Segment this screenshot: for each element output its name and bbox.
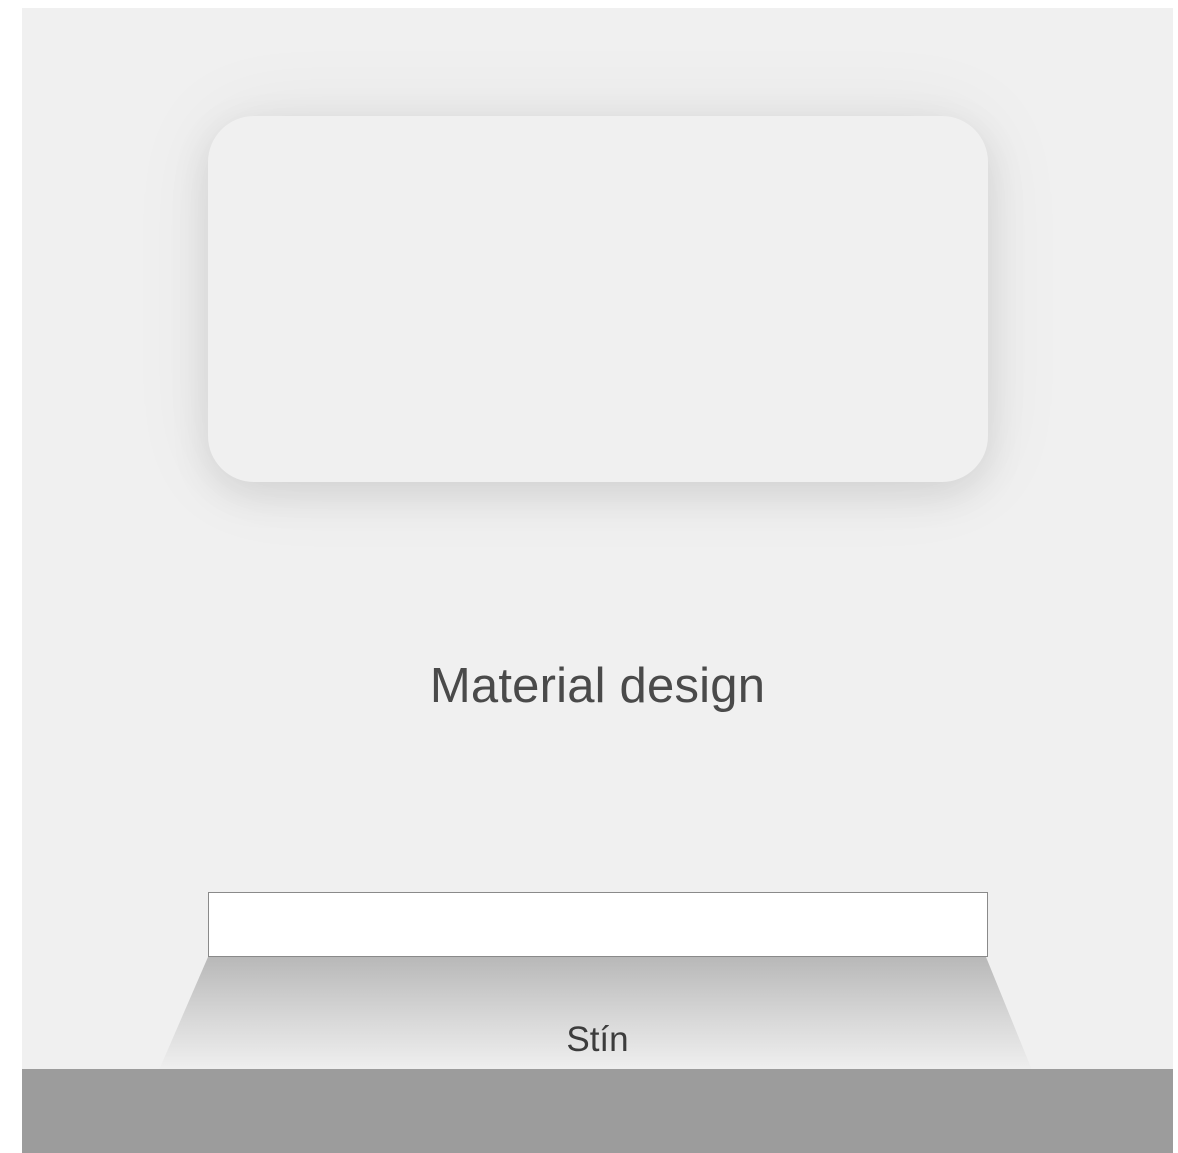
elevated-card [208,116,988,482]
shadow-label: Stín [566,1020,629,1059]
page-title: Material design [429,659,766,713]
material-demo-canvas: Material design Stín [22,8,1173,1153]
paper-slab [208,892,988,957]
floor-surface [22,1069,1173,1153]
